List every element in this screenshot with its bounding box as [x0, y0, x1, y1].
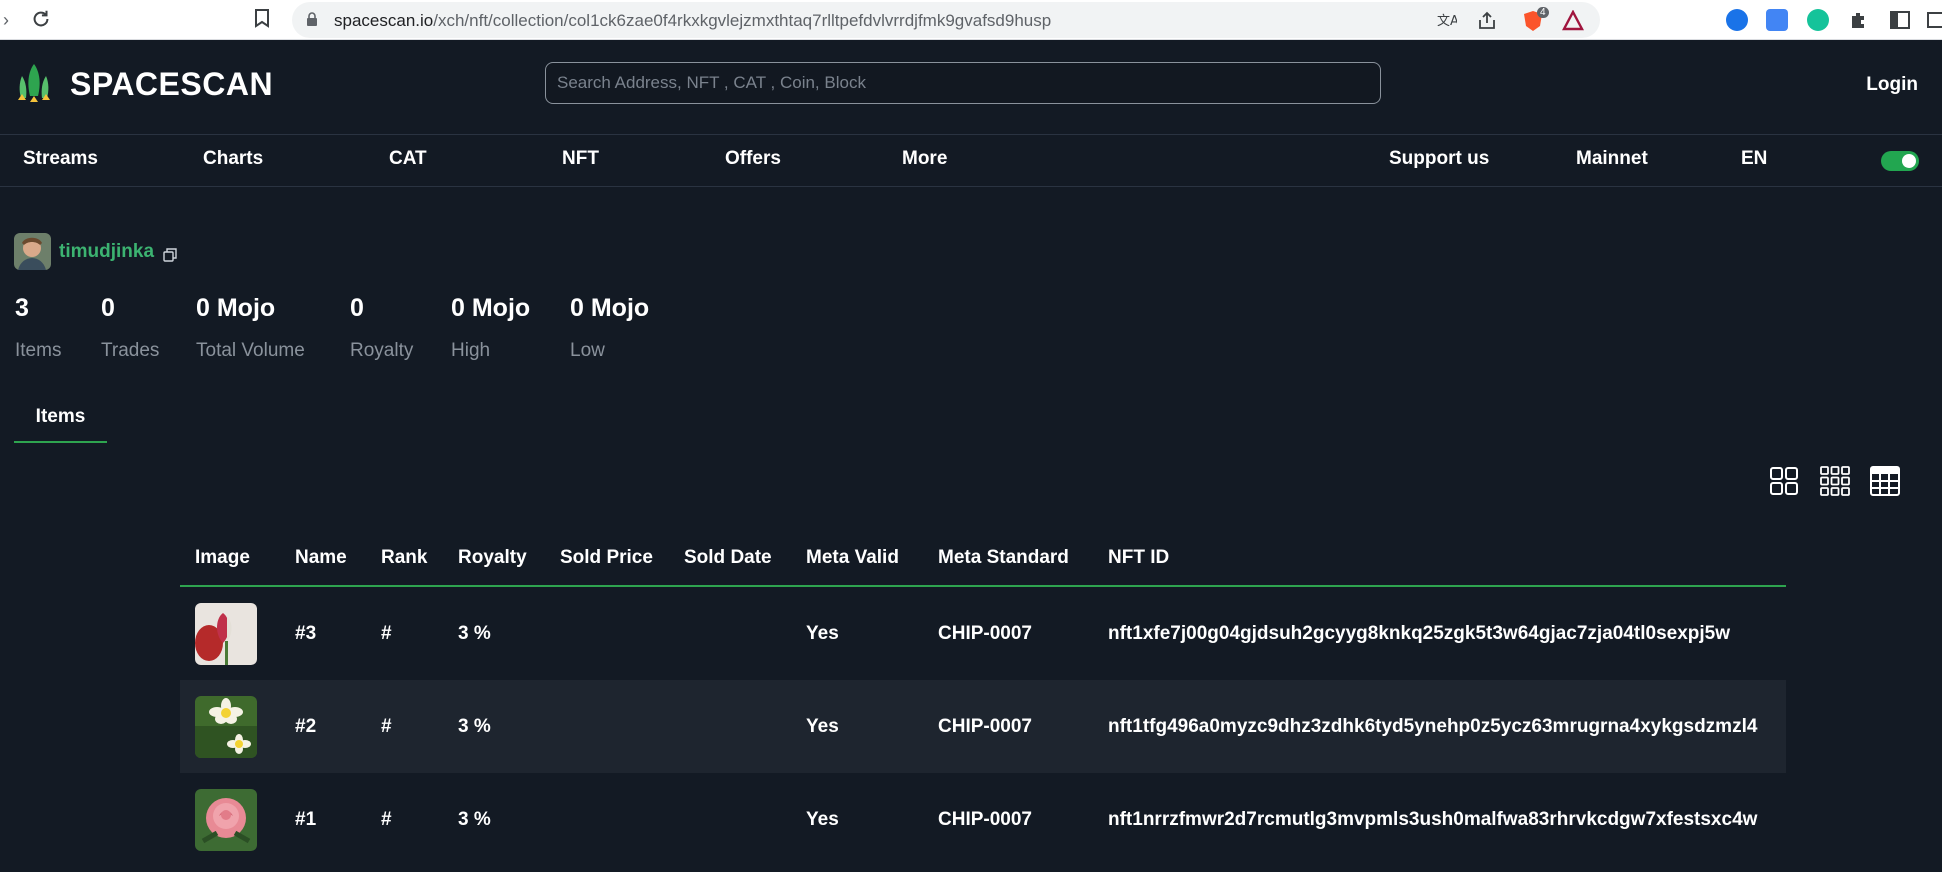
nav-offers[interactable]: Offers — [725, 148, 781, 170]
nft-royalty: 3 % — [458, 809, 491, 830]
table-row[interactable]: #2 # 3 % Yes CHIP-0007 nft1tfg496a0myzc9… — [180, 680, 1786, 773]
nft-meta-standard: CHIP-0007 — [938, 623, 1032, 644]
nft-rank: # — [381, 716, 392, 737]
vpn-extension-icon[interactable] — [1726, 9, 1748, 31]
collection-owner: timudjinka — [14, 233, 178, 270]
nft-table: Image Name Rank Royalty Sold Price Sold … — [180, 537, 1786, 866]
table-header: Image Name Rank Royalty Sold Price Sold … — [180, 537, 1786, 587]
tab-items[interactable]: Items — [14, 399, 107, 443]
brave-rewards-icon[interactable] — [1562, 10, 1584, 32]
logo[interactable]: SPACESCAN — [12, 62, 273, 106]
col-sold-date[interactable]: Sold Date — [684, 547, 772, 569]
avatar[interactable] — [14, 233, 51, 270]
nft-royalty: 3 % — [458, 716, 491, 737]
nav-cat[interactable]: CAT — [389, 148, 427, 170]
bookmark-icon[interactable] — [250, 8, 274, 32]
nav-nft[interactable]: NFT — [562, 148, 599, 170]
brave-badge: 4 — [1537, 7, 1549, 18]
table-row[interactable]: #3 # 3 % Yes CHIP-0007 nft1xfe7j00g04gjd… — [180, 587, 1786, 680]
main-nav: Streams Charts CAT NFT Offers More Suppo… — [0, 135, 1942, 187]
theme-toggle[interactable] — [1881, 151, 1919, 171]
tulip-image-icon — [195, 603, 257, 665]
extensions-puzzle-icon[interactable] — [1848, 9, 1870, 31]
grid-small-icon[interactable] — [1819, 465, 1851, 497]
nft-name[interactable]: #1 — [295, 809, 316, 831]
spacescan-rocket-icon — [18, 64, 50, 102]
nft-thumbnail[interactable] — [195, 603, 257, 665]
nft-meta-standard: CHIP-0007 — [938, 716, 1032, 737]
grammarly-icon[interactable] — [1807, 9, 1829, 31]
col-sold-price[interactable]: Sold Price — [560, 547, 653, 569]
grid-large-icon[interactable] — [1768, 465, 1800, 497]
nft-meta-valid: Yes — [806, 623, 839, 644]
side-panel-icon[interactable] — [1889, 9, 1911, 31]
nft-meta-valid: Yes — [806, 716, 839, 737]
nav-language[interactable]: EN — [1741, 148, 1767, 170]
nft-thumbnail[interactable] — [195, 696, 257, 758]
forward-icon[interactable]: › — [0, 8, 18, 32]
col-image[interactable]: Image — [195, 547, 250, 569]
table-view-icon[interactable] — [1869, 465, 1901, 497]
login-button[interactable]: Login — [1866, 74, 1918, 96]
translate-icon[interactable]: 文A — [1435, 10, 1457, 32]
nft-thumbnail[interactable] — [195, 789, 257, 851]
owner-name[interactable]: timudjinka — [59, 241, 154, 263]
site-header: SPACESCAN Login — [0, 40, 1942, 135]
address-bar[interactable]: spacescan.io/xch/nft/collection/col1ck6z… — [292, 2, 1600, 38]
col-meta-valid[interactable]: Meta Valid — [806, 547, 899, 569]
stat-high: 0 Mojo High — [451, 294, 531, 361]
nft-id[interactable]: nft1nrrzfmwr2d7rcmutlg3mvpmls3ush0malfwa… — [1108, 809, 1757, 831]
nav-network-mainnet[interactable]: Mainnet — [1576, 148, 1648, 170]
nav-streams[interactable]: Streams — [23, 148, 98, 170]
nft-id[interactable]: nft1tfg496a0myzc9dhz3zdhk6tyd5ynehp0z5yc… — [1108, 716, 1757, 738]
col-name[interactable]: Name — [295, 547, 347, 569]
stat-low: 0 Mojo Low — [570, 294, 650, 361]
lock-icon — [307, 12, 317, 26]
col-royalty[interactable]: Royalty — [458, 547, 527, 569]
nft-id[interactable]: nft1xfe7j00g04gjdsuh2gcyyg8knkq25zgk5t3w… — [1108, 623, 1730, 645]
nft-rank: # — [381, 809, 392, 830]
stat-total-volume: 0 Mojo Total Volume — [196, 294, 305, 361]
table-row[interactable]: #1 # 3 % Yes CHIP-0007 nft1nrrzfmwr2d7rc… — [180, 773, 1786, 866]
nft-name[interactable]: #2 — [295, 716, 316, 738]
nav-charts[interactable]: Charts — [203, 148, 263, 170]
search-input[interactable] — [546, 63, 1380, 103]
window-icon[interactable] — [1926, 9, 1942, 31]
daisy-image-icon — [195, 696, 257, 758]
reload-icon[interactable] — [29, 8, 53, 32]
brand-name: SPACESCAN — [70, 65, 274, 102]
nft-meta-valid: Yes — [806, 809, 839, 830]
stat-trades: 0 Trades — [101, 294, 160, 361]
col-meta-standard[interactable]: Meta Standard — [938, 547, 1069, 569]
nav-support-us[interactable]: Support us — [1389, 148, 1489, 170]
nft-meta-standard: CHIP-0007 — [938, 809, 1032, 830]
col-nft-id[interactable]: NFT ID — [1108, 547, 1169, 569]
translate-extension-icon[interactable] — [1766, 9, 1788, 31]
col-rank[interactable]: Rank — [381, 547, 427, 569]
copy-icon[interactable] — [162, 247, 178, 263]
browser-toolbar: › spacescan.io/xch/nft/collection/col1ck… — [0, 0, 1942, 40]
nft-name[interactable]: #3 — [295, 623, 316, 645]
url-text: spacescan.io/xch/nft/collection/col1ck6z… — [334, 11, 1052, 30]
stat-royalty: 0 Royalty — [350, 294, 414, 361]
rose-image-icon — [195, 789, 257, 851]
search-box[interactable] — [545, 62, 1381, 104]
nav-more[interactable]: More — [902, 148, 947, 170]
stat-items: 3 Items — [15, 294, 62, 361]
share-icon[interactable] — [1476, 10, 1498, 32]
nft-rank: # — [381, 623, 392, 644]
nft-royalty: 3 % — [458, 623, 491, 644]
svg-text:文A: 文A — [1437, 14, 1457, 29]
